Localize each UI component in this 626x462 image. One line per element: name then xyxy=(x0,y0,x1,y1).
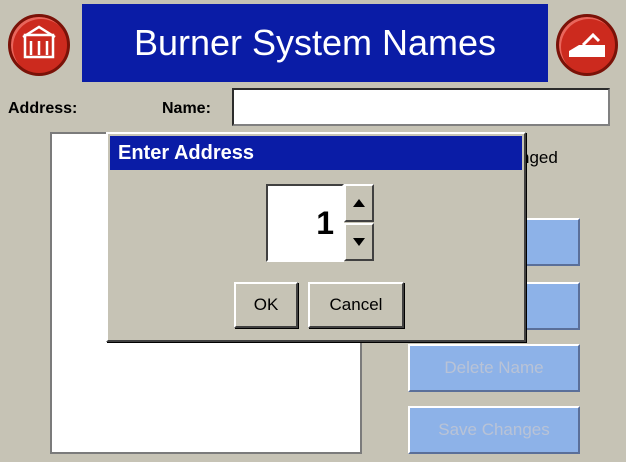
home-button[interactable] xyxy=(8,14,70,76)
name-label: Name: xyxy=(162,100,211,117)
enter-address-dialog: Enter Address 1 OK Cancel xyxy=(106,132,526,342)
address-value-field[interactable]: 1 xyxy=(266,184,344,262)
exit-button[interactable] xyxy=(556,14,618,76)
name-field[interactable] xyxy=(232,88,610,126)
spin-down-button[interactable] xyxy=(344,223,374,261)
house-icon xyxy=(22,25,56,59)
cancel-button[interactable]: Cancel xyxy=(308,282,404,328)
triangle-down-icon xyxy=(353,238,365,246)
spin-up-button[interactable] xyxy=(344,184,374,222)
triangle-up-icon xyxy=(353,199,365,207)
title-band: Burner System Names xyxy=(82,4,548,82)
window-title: Burner System Names xyxy=(133,22,497,63)
save-changes-button[interactable]: Save Changes xyxy=(408,406,580,454)
ok-button[interactable]: OK xyxy=(234,282,298,328)
delete-name-button[interactable]: Delete Name xyxy=(408,344,580,392)
dialog-title: Enter Address xyxy=(110,136,522,170)
title-bar: Burner System Names xyxy=(0,0,626,88)
burner-system-names-window: Burner System Names Address: Name: nged … xyxy=(0,0,626,462)
address-label: Address: xyxy=(8,100,78,117)
exit-icon xyxy=(569,32,605,57)
